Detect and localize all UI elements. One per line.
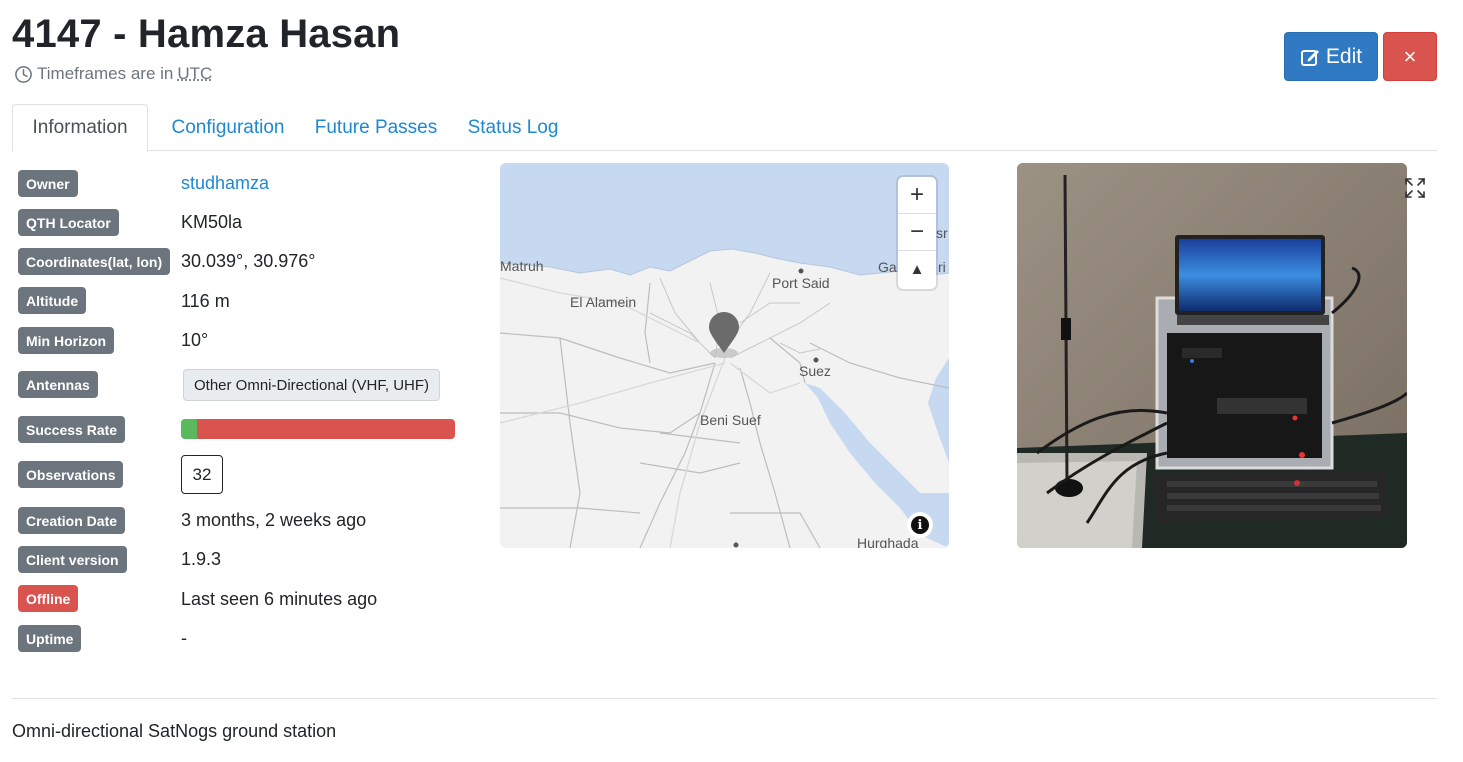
map-label-israel: sr: [936, 225, 948, 241]
owner-badge: Owner: [18, 170, 78, 197]
map-attribution-button[interactable]: i: [907, 512, 933, 538]
coords-badge: Coordinates(lat, lon): [18, 248, 171, 275]
map-label-beni-suef: Beni Suef: [700, 412, 761, 428]
map-label-hurghada: Hurghada: [857, 535, 919, 548]
map-label-port-said: Port Said: [772, 275, 830, 291]
qth-badge: QTH Locator: [18, 209, 119, 236]
map-label-israel-2: ri: [938, 259, 946, 275]
timezone-value: UTC: [177, 64, 213, 83]
uptime-badge: Uptime: [18, 625, 82, 652]
station-map[interactable]: Matruh El Alamein Port Said Suez Beni Su…: [500, 163, 949, 548]
tab-information[interactable]: Information: [12, 104, 148, 152]
failure-rate-fill: [197, 419, 455, 439]
edit-icon: [1300, 49, 1319, 66]
observations-badge: Observations: [18, 461, 124, 488]
antennas-badge: Antennas: [18, 371, 98, 398]
clock-icon: [15, 65, 32, 83]
delete-button[interactable]: ×: [1383, 32, 1437, 81]
altitude-badge: Altitude: [18, 287, 87, 314]
altitude-value: 116 m: [181, 291, 230, 311]
status-badge: Offline: [18, 585, 79, 612]
info-icon: i: [911, 516, 929, 534]
creation-badge: Creation Date: [18, 507, 126, 534]
horizon-value: 10°: [181, 330, 209, 350]
creation-value: 3 months, 2 weeks ago: [181, 510, 367, 530]
coords-value: 30.039°, 30.976°: [181, 251, 316, 271]
station-description: Omni-directional SatNogs ground station: [12, 721, 337, 741]
antenna-tag: Other Omni-Directional (VHF, UHF): [183, 369, 441, 401]
client-badge: Client version: [18, 546, 127, 573]
horizon-badge: Min Horizon: [18, 327, 115, 354]
owner-link[interactable]: studhamza: [181, 173, 269, 194]
success-rate-badge: Success Rate: [18, 416, 126, 443]
page-title: 4147 - Hamza Hasan: [12, 12, 401, 56]
client-value: 1.9.3: [181, 549, 222, 569]
status-value: Last seen 6 minutes ago: [181, 589, 378, 609]
zoom-out-button[interactable]: −: [898, 214, 936, 251]
tab-future-passes[interactable]: Future Passes: [312, 104, 440, 151]
timezone-note: Timeframes are in UTC: [14, 64, 212, 84]
success-rate-fill: [181, 419, 198, 439]
observations-count[interactable]: 32: [181, 455, 223, 494]
map-label-suez: Suez: [799, 363, 831, 379]
tab-bar: Information Configuration Future Passes …: [12, 104, 1437, 152]
map-label-el-alamein: El Alamein: [570, 294, 636, 310]
tab-status-log[interactable]: Status Log: [462, 104, 564, 151]
zoom-in-button[interactable]: +: [898, 177, 936, 214]
map-canvas[interactable]: Matruh El Alamein Port Said Suez Beni Su…: [500, 163, 949, 548]
tab-configuration[interactable]: Configuration: [160, 104, 296, 151]
compass-button[interactable]: ▲: [898, 251, 936, 288]
timezone-prefix: Timeframes are in: [37, 64, 174, 83]
qth-value: KM50la: [181, 212, 243, 232]
section-divider: [12, 698, 1437, 699]
map-label-gaza: Ga: [878, 259, 897, 275]
uptime-value: -: [181, 628, 187, 648]
map-zoom-controls: + − ▲: [898, 177, 936, 289]
edit-label: Edit: [1325, 44, 1363, 68]
edit-button[interactable]: Edit: [1284, 32, 1378, 81]
expand-icon[interactable]: [1404, 177, 1426, 199]
success-rate-bar: [181, 419, 455, 439]
station-photo: [1017, 163, 1407, 548]
map-label-matruh: Matruh: [500, 258, 544, 274]
